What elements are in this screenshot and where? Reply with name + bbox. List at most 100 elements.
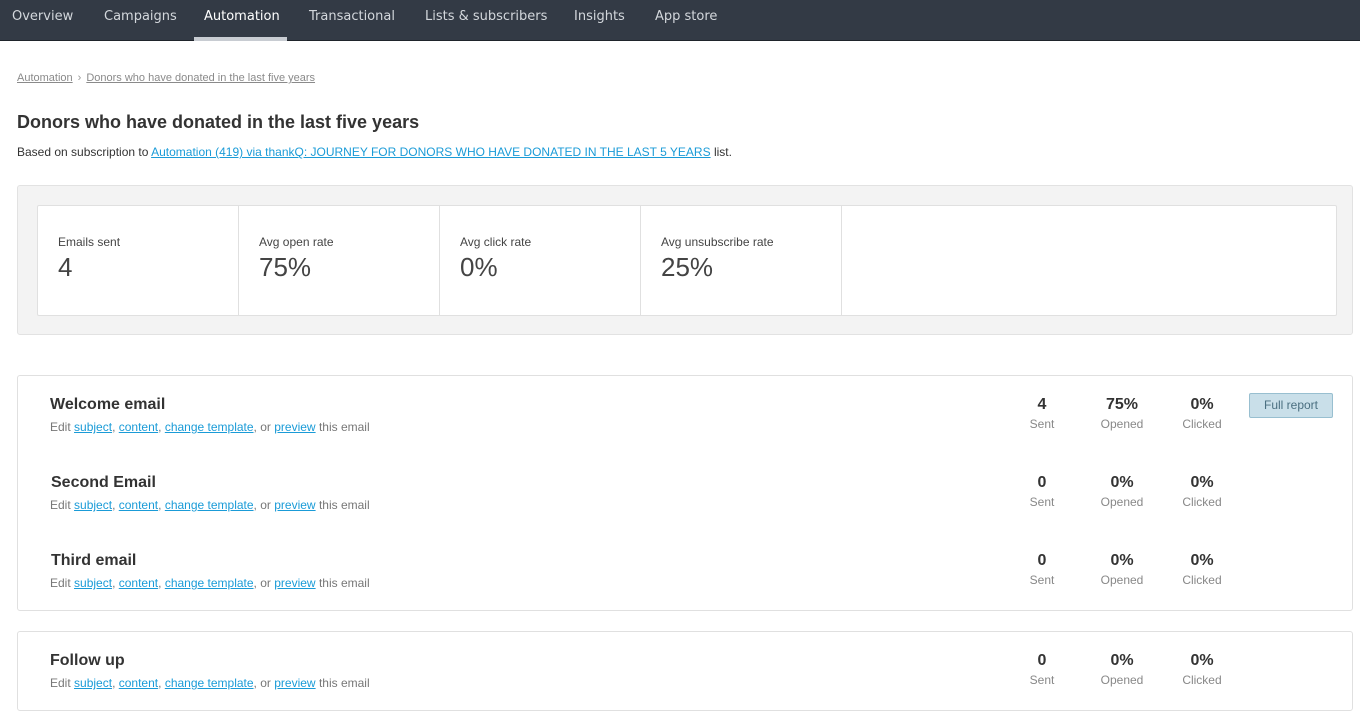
metric-value: 0 [1037, 474, 1047, 491]
metric-value: 0 [1037, 552, 1047, 569]
edit-prefix: Edit [50, 420, 71, 434]
stat-avg-open-rate: Avg open rate 75% [239, 206, 440, 315]
edit-subject-link[interactable]: subject [74, 420, 112, 434]
edit-comma: , [158, 498, 162, 512]
metric-value: 0% [1110, 552, 1134, 569]
change-template-link[interactable]: change template [165, 420, 254, 434]
edit-content-link[interactable]: content [119, 676, 158, 690]
email-name: Follow up [50, 652, 125, 669]
edit-subject-link[interactable]: subject [74, 676, 112, 690]
edit-suffix: this email [318, 576, 370, 590]
edit-or: , or [253, 676, 271, 690]
metric-sent: 0 Sent [1002, 474, 1082, 509]
metric-label: Sent [1029, 417, 1055, 431]
edit-suffix: this email [318, 420, 370, 434]
preview-link[interactable]: preview [274, 420, 315, 434]
email-name: Welcome email [50, 396, 166, 413]
stat-avg-unsubscribe-rate: Avg unsubscribe rate 25% [641, 206, 842, 315]
preview-link[interactable]: preview [274, 676, 315, 690]
preview-link[interactable]: preview [274, 576, 315, 590]
email-edit-links: Edit subject, content, change template, … [50, 498, 370, 512]
email-edit-links: Edit subject, content, change template, … [50, 420, 370, 434]
email-edit-links: Edit subject, content, change template, … [50, 576, 370, 590]
email-name: Second Email [51, 474, 156, 491]
breadcrumb-automation-link[interactable]: Automation [17, 72, 73, 84]
email-sequence-group: Welcome email Edit subject, content, cha… [17, 375, 1353, 611]
metric-sent: 0 Sent [1002, 552, 1082, 587]
subscription-prefix: Based on subscription to [17, 145, 149, 159]
email-row-second: Second Email Edit subject, content, chan… [18, 474, 1352, 534]
change-template-link[interactable]: change template [165, 498, 254, 512]
email-row-follow-up: Follow up Edit subject, content, change … [18, 652, 1352, 712]
metric-value: 4 [1037, 396, 1047, 413]
email-edit-links: Edit subject, content, change template, … [50, 676, 370, 690]
metric-label: Opened [1100, 673, 1144, 687]
edit-content-link[interactable]: content [119, 498, 158, 512]
edit-subject-link[interactable]: subject [74, 498, 112, 512]
edit-prefix: Edit [50, 676, 71, 690]
metric-label: Sent [1029, 573, 1055, 587]
metric-label: Sent [1029, 495, 1055, 509]
metric-clicked: 0% Clicked [1162, 652, 1242, 687]
metric-label: Clicked [1182, 573, 1222, 587]
metric-clicked: 0% Clicked [1162, 396, 1242, 431]
metric-label: Opened [1100, 417, 1144, 431]
breadcrumb-current-link[interactable]: Donors who have donated in the last five… [86, 72, 315, 84]
metric-clicked: 0% Clicked [1162, 552, 1242, 587]
edit-prefix: Edit [50, 576, 71, 590]
stat-emails-sent: Emails sent 4 [38, 206, 239, 315]
metric-opened: 0% Opened [1082, 552, 1162, 587]
tab-insights[interactable]: Insights [574, 0, 625, 41]
stat-value: 4 [58, 252, 73, 282]
stat-value: 25% [661, 252, 714, 282]
tab-automation[interactable]: Automation [204, 0, 280, 41]
edit-comma: , [158, 676, 162, 690]
stat-avg-click-rate: Avg click rate 0% [440, 206, 641, 315]
edit-suffix: this email [318, 676, 370, 690]
metric-label: Clicked [1182, 417, 1222, 431]
stat-label: Avg unsubscribe rate [661, 235, 774, 249]
full-report-button[interactable]: Full report [1249, 393, 1333, 418]
metric-value: 0% [1190, 552, 1214, 569]
stat-label: Avg open rate [259, 235, 334, 249]
tab-transactional[interactable]: Transactional [309, 0, 395, 41]
metric-sent: 4 Sent [1002, 396, 1082, 431]
metric-value: 0% [1190, 474, 1214, 491]
metric-sent: 0 Sent [1002, 652, 1082, 687]
subscription-list-link[interactable]: Automation (419) via thankQ: JOURNEY FOR… [151, 145, 711, 159]
metric-opened: 75% Opened [1082, 396, 1162, 431]
edit-or: , or [253, 498, 271, 512]
preview-link[interactable]: preview [274, 498, 315, 512]
metric-value: 0% [1190, 396, 1214, 413]
tab-overview[interactable]: Overview [12, 0, 73, 41]
page-title: Donors who have donated in the last five… [17, 112, 420, 132]
edit-comma: , [158, 576, 162, 590]
change-template-link[interactable]: change template [165, 576, 254, 590]
follow-up-group: Follow up Edit subject, content, change … [17, 631, 1353, 711]
stat-value: 75% [259, 252, 312, 282]
metric-opened: 0% Opened [1082, 474, 1162, 509]
edit-comma: , [112, 576, 116, 590]
edit-content-link[interactable]: content [119, 576, 158, 590]
active-tab-indicator [194, 37, 287, 41]
edit-or: , or [253, 576, 271, 590]
stats-panel: Emails sent 4 Avg open rate 75% Avg clic… [17, 185, 1353, 335]
metric-label: Opened [1100, 573, 1144, 587]
tab-campaigns[interactable]: Campaigns [104, 0, 177, 41]
edit-comma: , [158, 420, 162, 434]
tab-lists-subscribers[interactable]: Lists & subscribers [425, 0, 547, 41]
email-row-welcome: Welcome email Edit subject, content, cha… [18, 393, 1352, 456]
change-template-link[interactable]: change template [165, 676, 254, 690]
metric-value: 0 [1037, 652, 1047, 669]
metric-value: 0% [1110, 474, 1134, 491]
metric-label: Sent [1029, 673, 1055, 687]
metric-value: 0% [1190, 652, 1214, 669]
edit-content-link[interactable]: content [119, 420, 158, 434]
metric-label: Clicked [1182, 673, 1222, 687]
stat-value: 0% [460, 252, 498, 282]
tab-app-store[interactable]: App store [655, 0, 717, 41]
metric-value: 75% [1105, 396, 1139, 413]
stat-label: Avg click rate [460, 235, 532, 249]
edit-prefix: Edit [50, 498, 71, 512]
edit-subject-link[interactable]: subject [74, 576, 112, 590]
